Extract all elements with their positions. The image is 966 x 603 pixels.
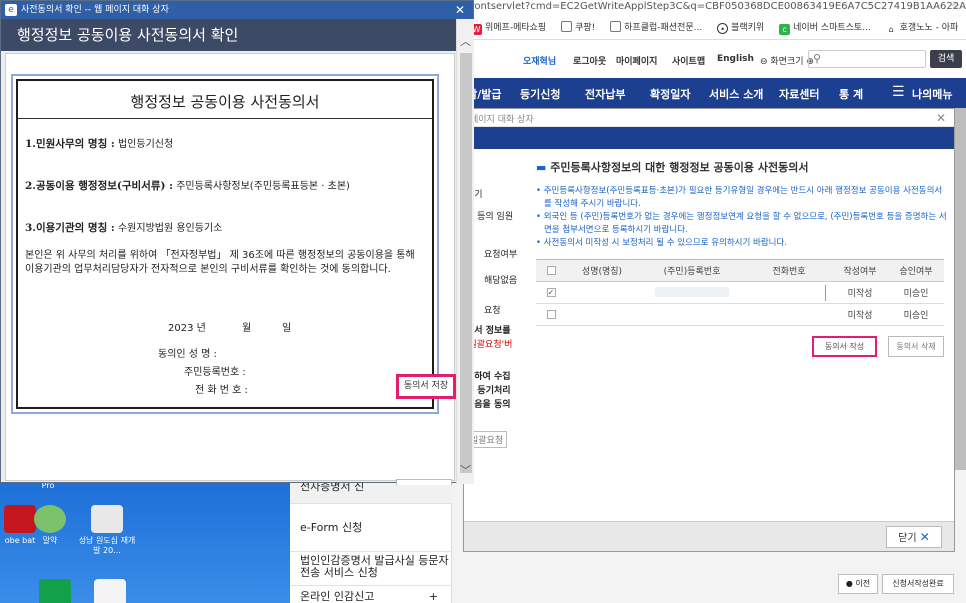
dialog-header [464, 127, 954, 149]
consent-confirm-popup: e 사전동의서 확인 -- 웹 페이지 대화 상자 ✕ 행정정보 공동이용 사전… [0, 0, 474, 485]
side-item[interactable]: e-Form 신청 [290, 504, 452, 552]
nav-item[interactable]: 통 계 [839, 86, 863, 102]
search-input[interactable]: ⚲ [808, 50, 926, 68]
bookmark-item[interactable]: c 네이버 스마트스토... [779, 20, 871, 35]
user-name: 오재혁님 [523, 57, 557, 67]
table-header-row: 성명(명칭) (주민)등록번호 전화번호 작성여부 승인여부 [536, 259, 944, 282]
prev-button[interactable]: ● 이전 [838, 574, 878, 594]
search-button[interactable]: 검색 [930, 50, 962, 68]
notice-text: • 주민등록사항정보(주민등록표등·초본)가 필요한 등기유형일 경우에는 반드… [536, 186, 943, 209]
sitemap-link[interactable]: 사이트맵 [672, 54, 705, 67]
item-1: 1.민원사무의 명칭 : 법인등기신청 [25, 138, 174, 150]
dialog-titlebar: 페이지 대화 상자 ✕ [464, 109, 954, 127]
close-button[interactable]: 닫기 ✕ [886, 526, 942, 548]
naver-icon: c [779, 24, 791, 35]
date-month: 월 [242, 323, 252, 334]
nav-item[interactable]: 서비스 소개 [709, 86, 763, 102]
popup-content: 행정정보 공동이용 사전동의서 1.민원사무의 명칭 : 법인등기신청 2.공동… [5, 53, 455, 485]
scroll-thumb[interactable] [460, 53, 472, 473]
delete-consent-button[interactable]: 동의서 삭제 [888, 336, 944, 357]
row-checkbox[interactable] [546, 309, 556, 319]
desktop-icon[interactable]: 말약 [20, 505, 80, 546]
side-menu: 전자증명서 신 e-Form 신청 법인인감증명서 발급사실 등문자전송 서비스… [290, 470, 452, 603]
nav-item[interactable]: 등기신청 [520, 86, 560, 102]
main-nav: 열람/발급 등기신청 전자납부 확정일자 서비스 소개 자료센터 통 계 ☰ 나… [457, 78, 966, 108]
app-icon [39, 579, 71, 603]
row-checkbox[interactable]: ✓ [546, 287, 556, 297]
page-icon [610, 21, 622, 32]
item-3: 3.이용기관의 명칭 : 수원지방법원 용인등기소 [25, 222, 223, 234]
panel-title: ▬ 주민등록사항정보의 대한 행정정보 공동이용 사전동의서 [536, 161, 809, 174]
table-row[interactable]: ✓ 미작성 미승인 [536, 281, 944, 304]
nav-item-mymenu[interactable]: 나의메뉴 [912, 86, 952, 102]
desktop-icon[interactable]: 성남 원도심 재개발 20... [77, 505, 137, 556]
side-item[interactable]: 법인인감증명서 발급사실 등문자전송 서비스 신청 [290, 552, 452, 586]
signer-name: 동의인 성 명 : [158, 349, 217, 360]
bookmark-item[interactable]: 쿠팡! [561, 20, 595, 33]
chevron-down-icon[interactable]: ﹀ [460, 462, 471, 478]
nav-item[interactable]: 전자납부 [585, 86, 625, 102]
complete-application-button[interactable]: 신청서작성완료 [882, 574, 954, 594]
save-consent-button[interactable]: 동의서 저장 [396, 374, 456, 399]
address-text: frontservlet?cmd=EC2GetWriteApplStep3C&q… [467, 1, 966, 12]
bookmark-item[interactable]: ⌂ 호갱노노 - 아파 [885, 20, 958, 35]
utility-bar: 오재혁님 로그아웃 마이페이지 사이트맵 English ⊖ 화면크기 ⊕ ⚲ … [463, 40, 966, 78]
page-icon [561, 21, 573, 32]
phone-input[interactable] [825, 285, 828, 301]
popup-titlebar: e 사전동의서 확인 -- 웹 페이지 대화 상자 ✕ [1, 1, 473, 19]
close-icon[interactable]: ✕ [455, 1, 465, 19]
desktop-icon[interactable] [80, 579, 140, 603]
star-icon[interactable]: ☆ [951, 0, 960, 14]
logout-link[interactable]: 로그아웃 [573, 54, 606, 67]
date-year: 2023 년 [168, 323, 206, 334]
mypage-link[interactable]: 마이페이지 [616, 54, 657, 67]
consent-document: 행정정보 공동이용 사전동의서 1.민원사무의 명칭 : 법인등기신청 2.공동… [11, 74, 439, 414]
notice-text: • 사전동의서 미작성 시 보정처리 될 수 있으므로 유의하시기 바랍니다. [536, 238, 787, 248]
signer-rrn: 주민등록번호 : [184, 367, 246, 378]
document-icon [91, 505, 123, 533]
close-icon[interactable]: ✕ [936, 111, 946, 125]
circle-icon: • [717, 23, 729, 34]
table-row[interactable]: 미작성 미승인 [536, 303, 944, 326]
desktop-icon[interactable] [25, 579, 85, 603]
frog-icon [34, 505, 66, 533]
consent-list-dialog: 페이지 대화 상자 ✕ 등기 사 등의 임원 요청여부 해당없음 요청 문서 정… [463, 108, 955, 552]
consent-panel: ▬ 주민등록사항정보의 대한 행정정보 공동이용 사전동의서 • 주민등록사항정… [536, 159, 948, 250]
desktop: Pro obe bat 말약 성남 원도심 재개발 20... [0, 481, 290, 603]
signer-phone: 전 화 번 호 : [195, 385, 248, 396]
address-bar[interactable]: frontservlet?cmd=EC2GetWriteApplStep3C&q… [463, 0, 966, 14]
bookmark-item[interactable]: 하프클럽-패션전문... [610, 20, 702, 33]
dialog-footer: 닫기 ✕ [464, 521, 954, 551]
document-title: 행정정보 공동이용 사전동의서 [18, 81, 432, 119]
nav-item[interactable]: 자료센터 [779, 86, 819, 102]
write-consent-button[interactable]: 동의서 작성 [812, 336, 877, 357]
date-day: 일 [282, 323, 292, 334]
chevron-up-icon[interactable]: ︿ [460, 33, 471, 49]
notice-text: • 외국인 등 (주민)등록번호가 없는 경우에는 행정정보연계 요청을 할 수… [536, 212, 947, 235]
bookmark-item[interactable]: W 위메프-메타쇼핑 [471, 20, 546, 35]
consent-table: 성명(명칭) (주민)등록번호 전화번호 작성여부 승인여부 ✓ 미작성 미승인… [536, 259, 944, 326]
plus-icon: + [428, 590, 438, 603]
close-icon: ✕ [919, 530, 930, 544]
zoom-control[interactable]: ⊖ 화면크기 ⊕ [760, 54, 814, 67]
scrollbar[interactable]: ︿ ﹀ [456, 19, 474, 484]
file-icon [94, 579, 126, 603]
document-body: 본인은 위 사무의 처리를 위하여 「전자정부법」 제 36조에 따른 행정정보… [25, 250, 415, 275]
item-2: 2.공동이용 행정정보(구비서류) : 주민등록사항정보(주민등록표등본 · 초… [25, 180, 350, 192]
side-item[interactable]: 온라인 인감신고 + [290, 590, 452, 603]
partial-button [396, 479, 452, 485]
popup-header: 행정정보 공동이용 사전동의서 확인 [1, 19, 473, 51]
bookmark-item[interactable]: • 블랙키위 [717, 20, 764, 34]
search-icon: ⚲ [813, 52, 822, 65]
masked-value [655, 287, 729, 298]
circle-icon: ● [845, 579, 853, 588]
select-all-checkbox[interactable] [546, 265, 556, 275]
bookmarks-bar: W 위메프-메타쇼핑 쿠팡! 하프클럽-패션전문... • 블랙키위 c 네이버 스마… [463, 14, 966, 40]
nav-item[interactable]: 확정일자 [650, 86, 690, 102]
home-icon: ⌂ [885, 24, 897, 35]
hamburger-icon[interactable]: ☰ [892, 84, 905, 100]
english-link[interactable]: English [717, 54, 754, 64]
ie-icon: e [5, 4, 17, 16]
